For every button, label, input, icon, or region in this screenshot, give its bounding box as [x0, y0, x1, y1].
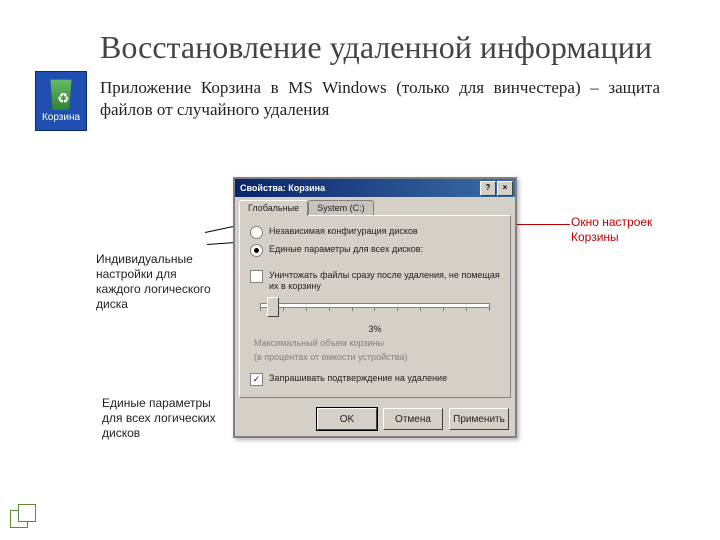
- ok-button[interactable]: OK: [317, 408, 377, 430]
- radio-independent-label: Независимая конфигурация дисков: [269, 226, 500, 237]
- radio-independent[interactable]: [250, 226, 263, 239]
- annotation-unified: Единые параметры для всех логических дис…: [102, 396, 232, 441]
- checkbox-delete-immediately[interactable]: [250, 270, 263, 283]
- close-button[interactable]: ×: [497, 181, 513, 196]
- slider-caption-2: (в процентах от емкости устройства): [254, 352, 496, 363]
- checkbox-delete-immediately-label: Уничтожать файлы сразу после удаления, н…: [269, 270, 500, 292]
- dialog-titlebar[interactable]: Свойства: Корзина ? ×: [235, 179, 515, 197]
- intro-block: ♻ Корзина Приложение Корзина в MS Window…: [100, 77, 660, 121]
- tab-panel: Независимая конфигурация дисков Единые п…: [239, 215, 511, 398]
- radio-unified-label: Единые параметры для всех дисков:: [269, 244, 500, 255]
- arrow-to-window: [512, 224, 570, 225]
- annotation-individual: Индивидуальные настройки для каждого лог…: [96, 252, 216, 312]
- size-slider[interactable]: [260, 298, 490, 324]
- slider-thumb[interactable]: [267, 297, 279, 317]
- slider-caption-1: Максимальный объем корзины: [254, 338, 496, 349]
- recycle-bin-caption: Корзина: [42, 112, 80, 123]
- tab-system-c[interactable]: System (C:): [308, 200, 374, 215]
- slide-title: Восстановление удаленной информации: [100, 30, 660, 65]
- slide-decoration-icon: [10, 504, 38, 528]
- checkbox-confirm-delete-label: Запрашивать подтверждение на удаление: [269, 373, 500, 384]
- radio-unified[interactable]: [250, 244, 263, 257]
- tab-strip: Глобальные System (C:): [235, 200, 515, 215]
- help-button[interactable]: ?: [480, 181, 496, 196]
- recycle-bin-properties-dialog: Свойства: Корзина ? × Глобальные System …: [233, 177, 517, 438]
- dialog-buttons: OK Отмена Применить: [235, 402, 515, 436]
- recycle-bin-icon: ♻ Корзина: [35, 71, 87, 131]
- slider-value: 3%: [250, 324, 500, 334]
- dialog-title-text: Свойства: Корзина: [237, 183, 325, 193]
- annotation-window: Окно настроек Корзины: [571, 215, 681, 245]
- apply-button[interactable]: Применить: [449, 408, 509, 430]
- cancel-button[interactable]: Отмена: [383, 408, 443, 430]
- intro-text: Приложение Корзина в MS Windows (только …: [100, 77, 660, 121]
- tab-global[interactable]: Глобальные: [239, 200, 308, 216]
- checkbox-confirm-delete[interactable]: [250, 373, 263, 386]
